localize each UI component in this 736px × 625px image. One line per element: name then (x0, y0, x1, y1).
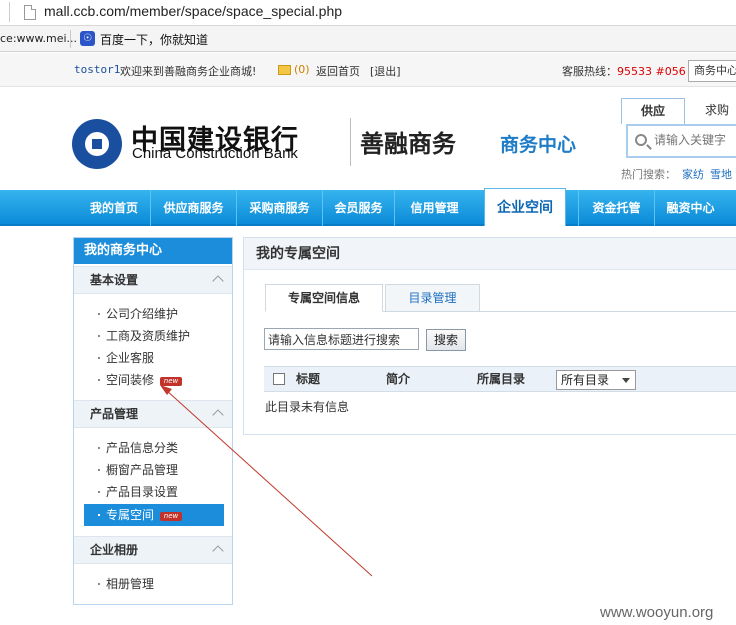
tab-space-info[interactable]: 专属空间信息 (265, 284, 383, 312)
annotation-arrow (160, 385, 373, 577)
annotation-arrow-line (165, 389, 373, 577)
watermark: www.wooyun.org (600, 604, 714, 621)
